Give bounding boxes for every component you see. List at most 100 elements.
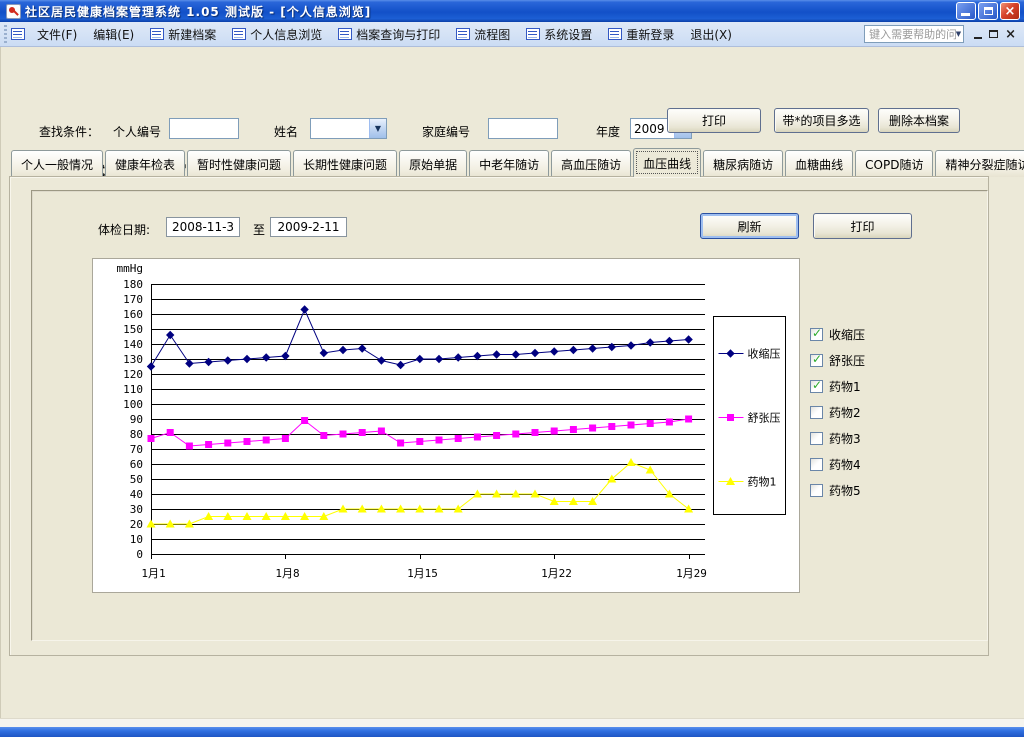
svg-text:180: 180	[123, 278, 143, 291]
help-search-input[interactable]: 键入需要帮助的问题 ▼	[864, 25, 964, 43]
series-checkbox-1[interactable]	[810, 354, 823, 367]
svg-text:mmHg: mmHg	[117, 262, 144, 275]
print-chart-button[interactable]: 打印	[813, 213, 912, 239]
series-checkbox-label: 药物2	[829, 404, 861, 421]
svg-text:1月15: 1月15	[407, 567, 438, 580]
form-icon	[608, 28, 622, 40]
series-checkbox-4[interactable]	[810, 432, 823, 445]
tab-9[interactable]: 血糖曲线	[785, 150, 853, 177]
tab-0[interactable]: 个人一般情况	[11, 150, 103, 177]
svg-text:1月1: 1月1	[141, 567, 165, 580]
series-checkbox-row-0: 收缩压	[810, 321, 865, 347]
series-checkbox-3[interactable]	[810, 406, 823, 419]
tab-2[interactable]: 暂时性健康问题	[187, 150, 291, 177]
menu-item-0[interactable]: 文件(F)	[29, 24, 85, 45]
menu-item-5[interactable]: 流程图	[448, 24, 518, 45]
date-from-input[interactable]	[166, 217, 240, 237]
print-record-button[interactable]: 打印	[667, 108, 761, 133]
menu-item-8[interactable]: 退出(X)	[682, 24, 740, 45]
series-checkbox-row-1: 舒张压	[810, 347, 865, 373]
menu-item-label: 编辑(E)	[93, 26, 134, 43]
svg-text:130: 130	[123, 353, 143, 366]
mdi-minimize-button[interactable]	[974, 37, 982, 39]
personal-id-input[interactable]	[169, 118, 239, 139]
menu-item-4[interactable]: 档案查询与打印	[330, 24, 448, 45]
series-checkbox-row-5: 药物4	[810, 451, 865, 477]
tab-10[interactable]: COPD随访	[855, 150, 933, 177]
tab-1[interactable]: 健康年检表	[105, 150, 185, 177]
series-checkbox-row-4: 药物3	[810, 425, 865, 451]
close-button[interactable]: ×	[1000, 2, 1020, 20]
minimize-button[interactable]	[956, 2, 976, 20]
name-combobox[interactable]: ▼	[310, 118, 387, 139]
tab-5[interactable]: 中老年随访	[469, 150, 549, 177]
date-to-label: 至	[253, 221, 265, 238]
tab-4[interactable]: 原始单据	[399, 150, 467, 177]
series-checkbox-row-6: 药物5	[810, 477, 865, 503]
name-combobox-button[interactable]: ▼	[369, 119, 386, 138]
delete-record-button[interactable]: 删除本档案	[878, 108, 960, 133]
tab-8[interactable]: 糖尿病随访	[703, 150, 783, 177]
svg-text:60: 60	[130, 458, 143, 471]
mdi-close-button[interactable]: ×	[1005, 28, 1016, 41]
help-placeholder: 键入需要帮助的问题	[869, 26, 956, 42]
series-checkbox-label: 药物3	[829, 430, 861, 447]
svg-text:收缩压: 收缩压	[748, 347, 781, 361]
svg-text:0: 0	[136, 548, 143, 561]
svg-text:药物1: 药物1	[748, 475, 777, 489]
series-checkbox-label: 药物1	[829, 378, 861, 395]
tab-page-blood-pressure-curve: 体检日期: 至 刷新 打印 mmHg0102030405060708090100…	[9, 176, 989, 656]
menu-item-label: 退出(X)	[690, 26, 732, 43]
tab-6[interactable]: 高血压随访	[551, 150, 631, 177]
series-checkbox-label: 收缩压	[829, 326, 865, 343]
bp-chart: mmHg010203040506070809010011012013014015…	[92, 258, 800, 593]
series-checkbox-row-3: 药物2	[810, 399, 865, 425]
svg-text:90: 90	[130, 413, 143, 426]
form-body: 查找条件： 个人编号 姓名 ▼ 家庭编号 年度 2009 ▼ 杨成武 男 51 …	[0, 47, 1024, 723]
search-criteria-label: 查找条件：	[39, 123, 99, 140]
app-window: 社区居民健康档案管理系统 1.05 测试版 - [个人信息浏览] × 文件(F)…	[0, 0, 1024, 737]
menu-item-6[interactable]: 系统设置	[518, 24, 600, 45]
series-checkbox-6[interactable]	[810, 484, 823, 497]
chevron-down-icon[interactable]: ▼	[956, 30, 961, 38]
svg-text:20: 20	[130, 518, 143, 531]
menu-items: 文件(F) 编辑(E) 新建档案个人信息浏览档案查询与打印 流程图 系统设置 重新登录退出…	[29, 24, 740, 45]
exam-date-label: 体检日期:	[98, 221, 150, 238]
series-checkbox-2[interactable]	[810, 380, 823, 393]
menu-item-label: 文件(F)	[37, 26, 77, 43]
multi-select-button[interactable]: 带*的项目多选	[774, 108, 869, 133]
window-controls: ×	[956, 2, 1020, 20]
svg-text:1月22: 1月22	[541, 567, 572, 580]
menu-item-label: 系统设置	[544, 26, 592, 43]
tab-7[interactable]: 血压曲线	[633, 148, 701, 177]
menu-item-3[interactable]: 个人信息浏览	[224, 24, 330, 45]
restore-button[interactable]	[978, 2, 998, 20]
form-icon	[11, 28, 25, 40]
menu-item-1[interactable]: 编辑(E)	[85, 24, 142, 45]
tab-3[interactable]: 长期性健康问题	[293, 150, 397, 177]
svg-text:160: 160	[123, 308, 143, 321]
tab-11[interactable]: 精神分裂症随访	[935, 150, 1024, 177]
date-to-input[interactable]	[270, 217, 347, 237]
family-id-label: 家庭编号	[422, 123, 470, 140]
series-checkbox-0[interactable]	[810, 328, 823, 341]
svg-text:舒张压: 舒张压	[748, 411, 781, 425]
taskbar-edge	[0, 727, 1024, 737]
toolbar-grip[interactable]	[4, 25, 7, 44]
svg-text:1月29: 1月29	[676, 567, 707, 580]
menu-item-7[interactable]: 重新登录	[600, 24, 682, 45]
menu-item-label: 流程图	[474, 26, 510, 43]
family-id-input[interactable]	[488, 118, 558, 139]
mdi-restore-button[interactable]	[989, 30, 998, 38]
menu-item-2[interactable]: 新建档案	[142, 24, 224, 45]
svg-text:100: 100	[123, 398, 143, 411]
refresh-button[interactable]: 刷新	[700, 213, 799, 239]
series-checkbox-5[interactable]	[810, 458, 823, 471]
menu-item-label: 重新登录	[626, 26, 674, 43]
form-icon	[232, 28, 246, 40]
series-checkbox-row-2: 药物1	[810, 373, 865, 399]
tab-strip: 个人一般情况健康年检表暂时性健康问题长期性健康问题原始单据中老年随访高血压随访血…	[11, 148, 1024, 177]
svg-text:120: 120	[123, 368, 143, 381]
svg-text:50: 50	[130, 473, 143, 486]
form-bottom-strip	[0, 718, 1024, 727]
